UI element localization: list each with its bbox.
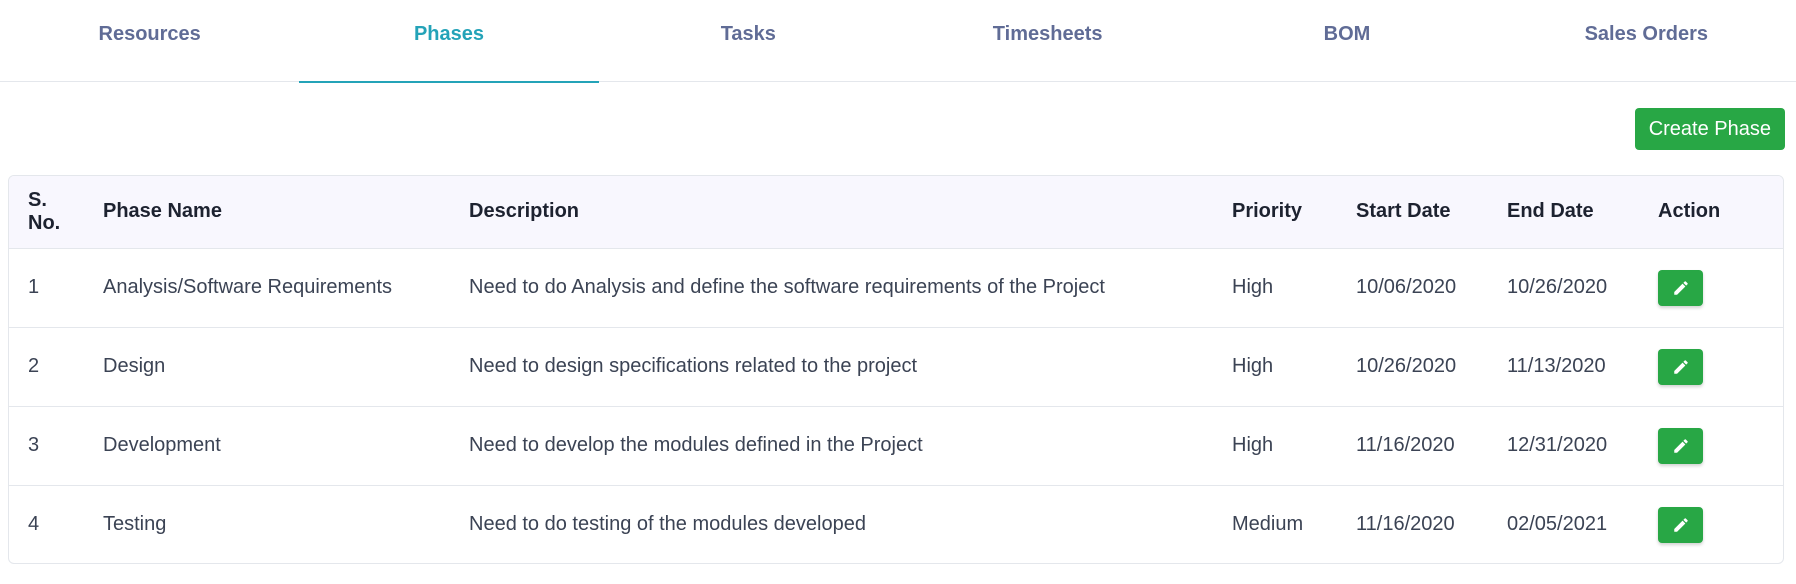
cell-description: Need to develop the modules defined in t… (469, 434, 923, 456)
tab-resources[interactable]: Resources (0, 0, 299, 82)
cell-action (1639, 248, 1783, 327)
table-row: 4 Testing Need to do testing of the modu… (9, 485, 1783, 563)
pencil-icon (1673, 438, 1688, 453)
create-phase-button[interactable]: Create Phase (1634, 108, 1785, 150)
column-header-description: Description (450, 176, 1213, 249)
cell-start-date: 11/16/2020 (1356, 513, 1455, 536)
cell-action (1639, 327, 1783, 406)
cell-priority: High (1232, 355, 1274, 377)
column-header-end-date: End Date (1488, 176, 1639, 249)
cell-action (1639, 485, 1783, 563)
tab-bom[interactable]: BOM (1197, 0, 1496, 82)
cell-phase-name: Development (103, 434, 221, 456)
cell-sno: 1 (28, 276, 40, 298)
column-header-action: Action (1639, 176, 1783, 249)
cell-phase-name: Analysis/Software Requirements (103, 276, 393, 298)
cell-priority: Medium (1232, 513, 1304, 536)
column-header-sno: S. No. (9, 176, 84, 249)
column-header-start-date: Start Date (1337, 176, 1488, 249)
cell-end-date: 02/05/2021 (1507, 513, 1608, 536)
pencil-icon (1673, 359, 1688, 374)
cell-sno: 2 (28, 355, 40, 377)
phases-table: S. No. Phase Name Description Priority S… (9, 176, 1783, 563)
tab-bar: Resources Phases Tasks Timesheets BOM Sa… (0, 0, 1796, 83)
edit-button[interactable] (1658, 506, 1703, 543)
tab-tasks[interactable]: Tasks (599, 0, 898, 82)
cell-priority: High (1232, 434, 1274, 456)
table-header-row: S. No. Phase Name Description Priority S… (9, 176, 1783, 249)
cell-end-date: 12/31/2020 (1507, 434, 1608, 456)
cell-end-date: 11/13/2020 (1507, 355, 1606, 377)
pencil-icon (1673, 517, 1688, 532)
cell-sno: 4 (28, 513, 40, 536)
edit-button[interactable] (1658, 269, 1703, 306)
edit-button[interactable] (1658, 427, 1703, 464)
phases-table-card: S. No. Phase Name Description Priority S… (8, 175, 1784, 564)
cell-start-date: 10/06/2020 (1356, 276, 1457, 298)
table-row: 3 Development Need to develop the module… (9, 406, 1783, 485)
cell-phase-name: Design (103, 355, 166, 377)
table-row: 2 Design Need to design specifications r… (9, 327, 1783, 406)
cell-description: Need to do testing of the modules develo… (469, 513, 866, 536)
tab-timesheets[interactable]: Timesheets (898, 0, 1197, 82)
pencil-icon (1673, 280, 1688, 295)
edit-button[interactable] (1658, 348, 1703, 385)
cell-end-date: 10/26/2020 (1507, 276, 1608, 298)
cell-priority: High (1232, 276, 1274, 298)
cell-sno: 3 (28, 434, 40, 456)
cell-phase-name: Testing (103, 513, 167, 536)
cell-description: Need to do Analysis and define the softw… (469, 276, 1105, 298)
tab-sales-orders[interactable]: Sales Orders (1497, 0, 1796, 82)
table-row: 1 Analysis/Software Requirements Need to… (9, 248, 1783, 327)
cell-description: Need to design specifications related to… (469, 355, 918, 377)
cell-start-date: 10/26/2020 (1356, 355, 1457, 377)
tab-phases[interactable]: Phases (299, 0, 599, 83)
column-header-phase-name: Phase Name (84, 176, 450, 249)
cell-action (1639, 406, 1783, 485)
column-header-priority: Priority (1213, 176, 1337, 249)
cell-start-date: 11/16/2020 (1356, 434, 1455, 456)
